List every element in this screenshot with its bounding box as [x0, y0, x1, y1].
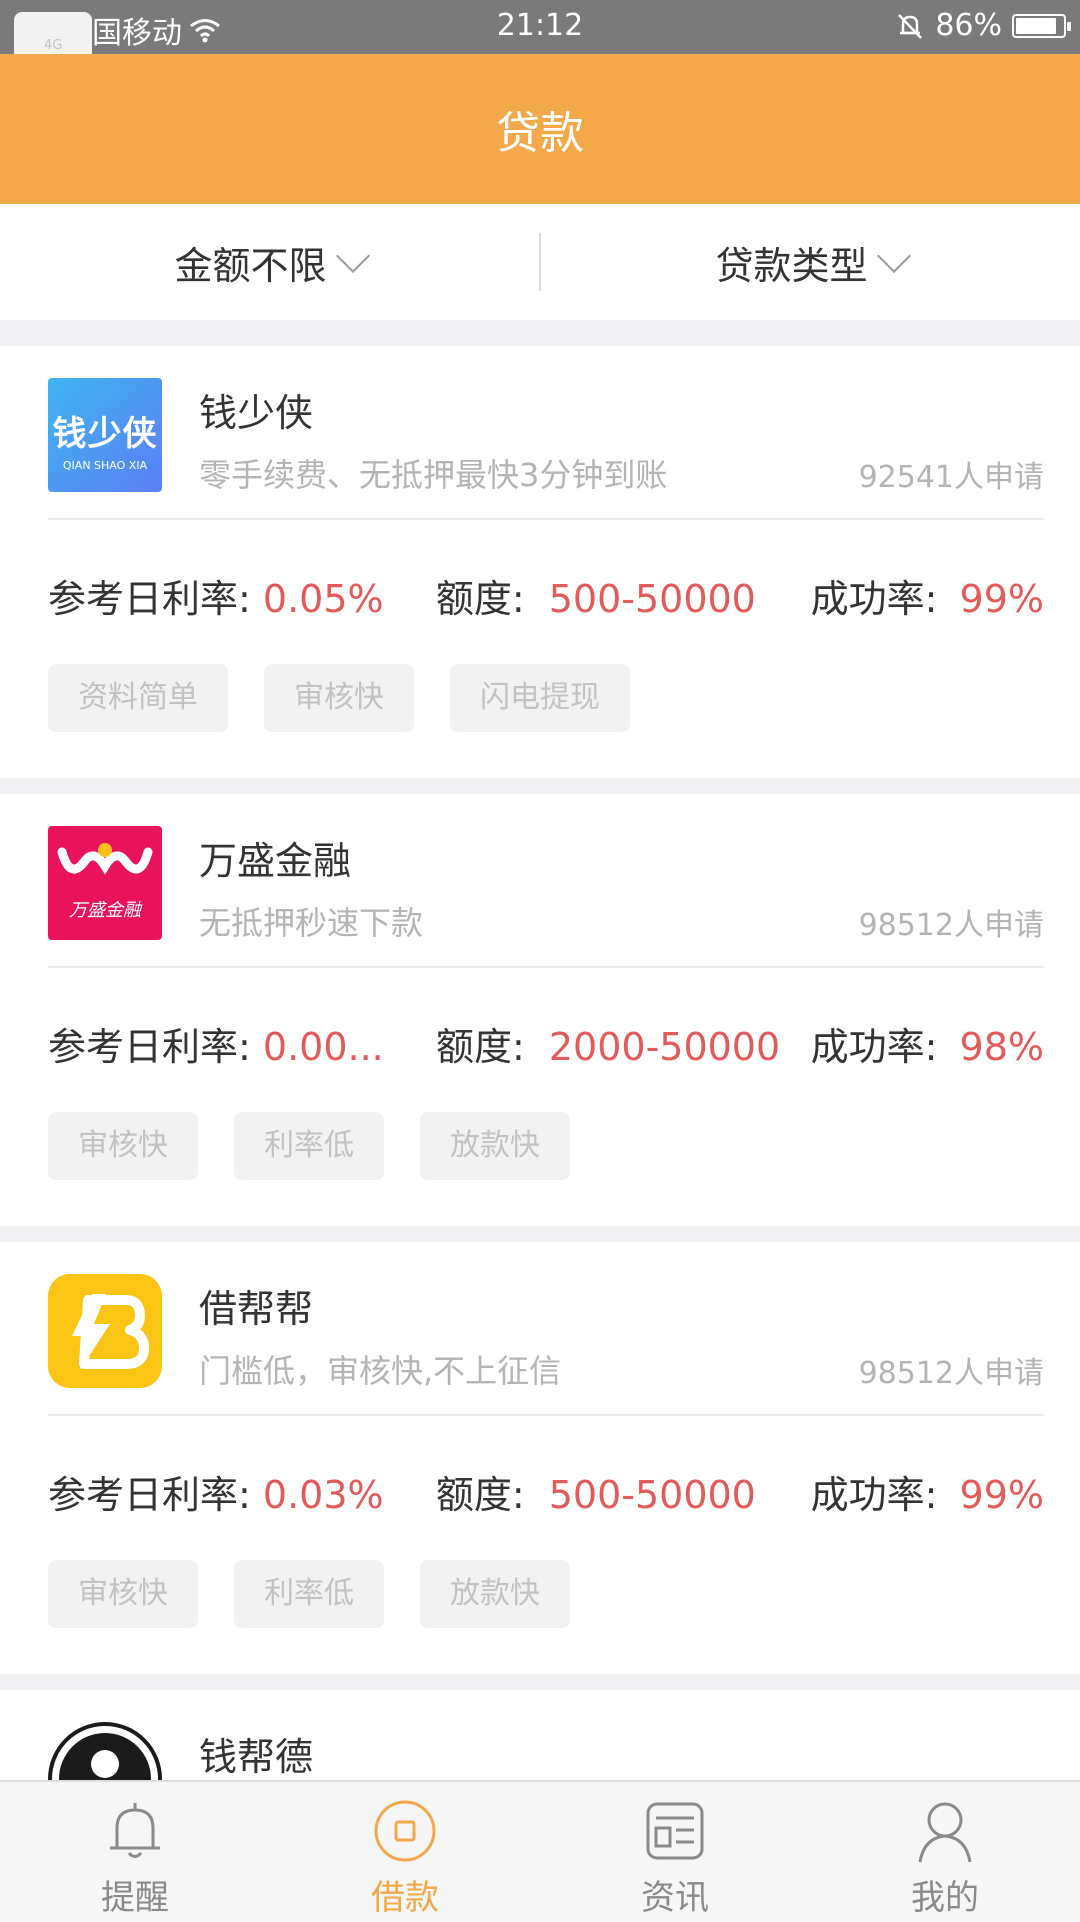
- product-tag: 放款快: [420, 1112, 570, 1180]
- filter-bar: 金额不限 贷款类型: [0, 204, 1080, 320]
- product-card[interactable]: 借帮帮 门槛低，审核快,不上征信 98512人申请 参考日利率: 0.03% 额…: [0, 1242, 1080, 1674]
- tab-label: 资讯: [641, 1878, 709, 1918]
- success-value: 98%: [959, 1025, 1044, 1069]
- success-value: 99%: [959, 577, 1044, 621]
- product-name: 钱帮德: [199, 1735, 314, 1779]
- success-rate: 成功率: 99%: [811, 1464, 1044, 1519]
- success-value: 99%: [959, 1473, 1044, 1517]
- tab-label: 借款: [371, 1878, 439, 1918]
- product-tag: 放款快: [420, 1560, 570, 1628]
- product-description: 无抵押秒速下款: [199, 904, 424, 942]
- success-rate: 成功率: 99%: [811, 568, 1044, 623]
- logo-text: 钱少侠: [52, 414, 158, 454]
- rate-label: 参考日利率:: [48, 1025, 251, 1069]
- product-tags: 资料简单 审核快 闪电提现: [48, 664, 630, 732]
- product-card[interactable]: 万盛金融 万盛金融 无抵押秒速下款 98512人申请 参考日利率: 0.00..…: [0, 794, 1080, 1226]
- product-stats: 参考日利率: 0.03% 额度: 500-50000 成功率: 99%: [48, 1464, 1044, 1519]
- product-tag: 资料简单: [48, 664, 228, 732]
- tab-label: 我的: [911, 1878, 979, 1918]
- bell-icon: [110, 1803, 160, 1858]
- success-rate: 成功率: 98%: [811, 1016, 1044, 1071]
- status-bar: 4G 中国移动 21:12 86%: [0, 0, 1080, 80]
- loan-type-filter[interactable]: 贷款类型: [541, 235, 1080, 290]
- page-title: 贷款: [496, 108, 584, 159]
- product-card[interactable]: 钱少侠 QIAN SHAO XIA 钱少侠 零手续费、无抵押最快3分钟到账 92…: [0, 346, 1080, 778]
- alarm-off-icon: [898, 13, 923, 39]
- product-description: 门槛低，审核快,不上征信: [199, 1352, 562, 1390]
- chevron-down-icon: [335, 239, 370, 273]
- card-divider: [48, 1414, 1044, 1416]
- product-tag: 审核快: [264, 664, 414, 732]
- battery-icon: [1012, 13, 1071, 38]
- product-logo: 钱少侠 QIAN SHAO XIA: [48, 378, 162, 492]
- product-tags: 审核快 利率低 放款快: [48, 1560, 570, 1628]
- battery-percent: 86%: [935, 8, 1002, 43]
- loan-type-filter-label: 贷款类型: [715, 243, 868, 288]
- page-header: 贷款: [0, 54, 1080, 204]
- battery-level: [1016, 17, 1056, 34]
- amount-filter[interactable]: 金额不限: [0, 235, 539, 290]
- rate-label: 参考日利率:: [48, 1473, 251, 1517]
- rate-label: 参考日利率:: [48, 577, 251, 621]
- chevron-down-icon: [876, 239, 911, 273]
- amount-filter-label: 金额不限: [174, 243, 327, 288]
- logo-text: 万盛金融: [69, 900, 141, 921]
- bottom-tab-bar: 提醒 借款 资讯 我的: [0, 1780, 1080, 1922]
- jiebangbang-logo-mark: [72, 1294, 149, 1370]
- product-tag: 审核快: [48, 1560, 198, 1628]
- product-tag: 闪电提现: [450, 664, 630, 732]
- product-tag: 审核快: [48, 1112, 198, 1180]
- tab-label: 提醒: [101, 1878, 169, 1918]
- success-label: 成功率:: [810, 577, 938, 621]
- rate-value: 0.03%: [262, 1473, 384, 1517]
- rate-value: 0.05%: [262, 577, 384, 621]
- product-description: 零手续费、无抵押最快3分钟到账: [199, 456, 668, 494]
- amount-label: 额度:: [435, 1025, 525, 1069]
- amount-value: 500-50000: [548, 577, 756, 621]
- product-tag: 利率低: [234, 1560, 384, 1628]
- product-name: 借帮帮: [199, 1287, 314, 1331]
- applicant-count: 98512人申请: [858, 1356, 1044, 1391]
- product-logo: [48, 1274, 162, 1388]
- product-stats: 参考日利率: 0.05% 额度: 500-50000 成功率: 99%: [48, 568, 1044, 623]
- profile-icon: [918, 1802, 972, 1863]
- loan-icon: [374, 1800, 436, 1862]
- tab-reminder[interactable]: 提醒: [0, 1782, 270, 1922]
- rate-value: 0.00...: [262, 1025, 384, 1069]
- product-name: 钱少侠: [199, 391, 314, 435]
- product-tag: 利率低: [234, 1112, 384, 1180]
- success-label: 成功率:: [810, 1473, 938, 1517]
- amount-label: 额度:: [435, 1473, 525, 1517]
- product-stats: 参考日利率: 0.00... 额度: 2000-50000 成功率: 98%: [48, 1016, 1044, 1071]
- logo-subtext: QIAN SHAO XIA: [62, 459, 148, 472]
- card-divider: [48, 518, 1044, 520]
- product-list: 钱少侠 QIAN SHAO XIA 钱少侠 零手续费、无抵押最快3分钟到账 92…: [0, 346, 1080, 1816]
- tab-loan[interactable]: 借款: [270, 1782, 540, 1922]
- product-name: 万盛金融: [199, 839, 352, 883]
- tab-news[interactable]: 资讯: [540, 1782, 810, 1922]
- product-logo: 万盛金融: [48, 826, 162, 940]
- card-divider: [48, 966, 1044, 968]
- applicant-count: 92541人申请: [858, 460, 1044, 495]
- status-right: 86%: [895, 8, 1071, 43]
- news-icon: [646, 1802, 704, 1860]
- wansheng-logo-mark: [57, 843, 153, 875]
- applicant-count: 98512人申请: [858, 908, 1044, 943]
- success-label: 成功率:: [810, 1025, 938, 1069]
- product-tags: 审核快 利率低 放款快: [48, 1112, 570, 1180]
- amount-value: 500-50000: [548, 1473, 756, 1517]
- tab-profile[interactable]: 我的: [810, 1782, 1080, 1922]
- amount-value: 2000-50000: [548, 1025, 781, 1069]
- amount-label: 额度:: [435, 577, 525, 621]
